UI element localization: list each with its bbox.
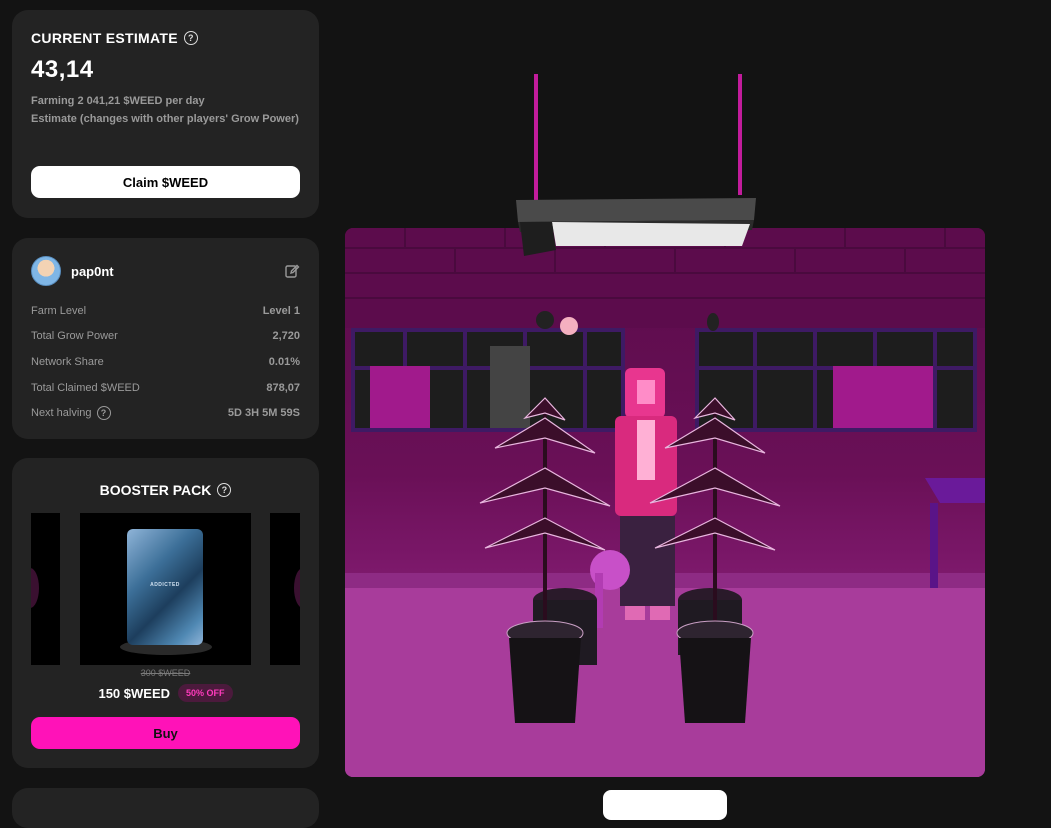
stat-value: Level 1 xyxy=(262,304,300,317)
stat-value: 2,720 xyxy=(272,330,300,343)
stat-next-halving: Next halving ? 5D 3H 5M 59S xyxy=(31,400,300,426)
booster-pack-card: BOOSTER PACK ? ADDICTED 300 $WEED 150 $W… xyxy=(12,458,319,768)
price: 150 $WEED xyxy=(98,685,171,701)
current-estimate-card: CURRENT ESTIMATE ? 43,14 Farming 2 041,2… xyxy=(12,10,319,218)
stat-label: Total Grow Power xyxy=(31,330,118,343)
avatar[interactable] xyxy=(31,256,61,286)
next-card xyxy=(12,788,319,828)
carousel-prev-item[interactable] xyxy=(31,513,60,665)
discount-badge: 50% OFF xyxy=(178,684,233,702)
booster-title: BOOSTER PACK xyxy=(99,482,212,498)
stat-network-share: Network Share 0.01% xyxy=(31,349,300,375)
price-row: 150 $WEED 50% OFF xyxy=(12,684,319,702)
profile-card: pap0nt Farm Level Level 1 Total Grow Pow… xyxy=(12,238,319,439)
stat-label: Farm Level xyxy=(31,304,87,317)
old-price: 300 $WEED xyxy=(140,668,191,678)
stat-farm-level: Farm Level Level 1 xyxy=(31,298,300,324)
stat-value: 0.01% xyxy=(268,355,300,368)
stats-list: Farm Level Level 1 Total Grow Power 2,72… xyxy=(31,298,300,426)
username: pap0nt xyxy=(71,263,114,279)
stat-value: 5D 3H 5M 59S xyxy=(227,407,300,420)
edit-icon[interactable] xyxy=(284,263,300,279)
scene-bottom-button[interactable] xyxy=(603,790,727,820)
estimate-value: 43,14 xyxy=(31,56,94,83)
profile-header: pap0nt xyxy=(31,256,300,286)
stat-label: Next halving xyxy=(31,407,92,420)
carousel-next-item[interactable] xyxy=(270,513,300,665)
scene-illustration xyxy=(345,228,985,777)
help-icon[interactable]: ? xyxy=(96,406,111,421)
help-icon[interactable]: ? xyxy=(217,483,232,497)
stat-total-claimed: Total Claimed $WEED 878,07 xyxy=(31,375,300,401)
window-right xyxy=(695,328,977,432)
window-left xyxy=(351,328,625,432)
booster-pack-image[interactable]: ADDICTED xyxy=(80,513,251,665)
pack-glow xyxy=(31,568,39,608)
stat-grow-power: Total Grow Power 2,720 xyxy=(31,324,300,350)
help-icon[interactable]: ? xyxy=(183,31,198,45)
estimate-header: CURRENT ESTIMATE ? xyxy=(31,30,300,46)
estimate-title: CURRENT ESTIMATE xyxy=(31,30,178,46)
stat-value: 878,07 xyxy=(266,381,300,394)
estimate-note: Estimate (changes with other players' Gr… xyxy=(31,113,299,125)
stat-label-group: Next halving ? xyxy=(31,406,111,421)
buy-button[interactable]: Buy xyxy=(31,717,300,749)
grow-lamp xyxy=(516,74,756,256)
pack-label: ADDICTED xyxy=(150,582,180,588)
farming-rate: Farming 2 041,21 $WEED per day xyxy=(31,95,205,107)
grow-room-scene[interactable] xyxy=(345,228,985,777)
pack-glow xyxy=(294,568,300,608)
stat-label: Total Claimed $WEED xyxy=(31,381,140,394)
booster-header: BOOSTER PACK ? xyxy=(12,482,319,498)
stat-label: Network Share xyxy=(31,355,104,368)
pack-icon: ADDICTED xyxy=(127,529,203,645)
claim-button[interactable]: Claim $WEED xyxy=(31,166,300,198)
estimate-subtext: Farming 2 041,21 $WEED per day Estimate … xyxy=(31,92,300,128)
